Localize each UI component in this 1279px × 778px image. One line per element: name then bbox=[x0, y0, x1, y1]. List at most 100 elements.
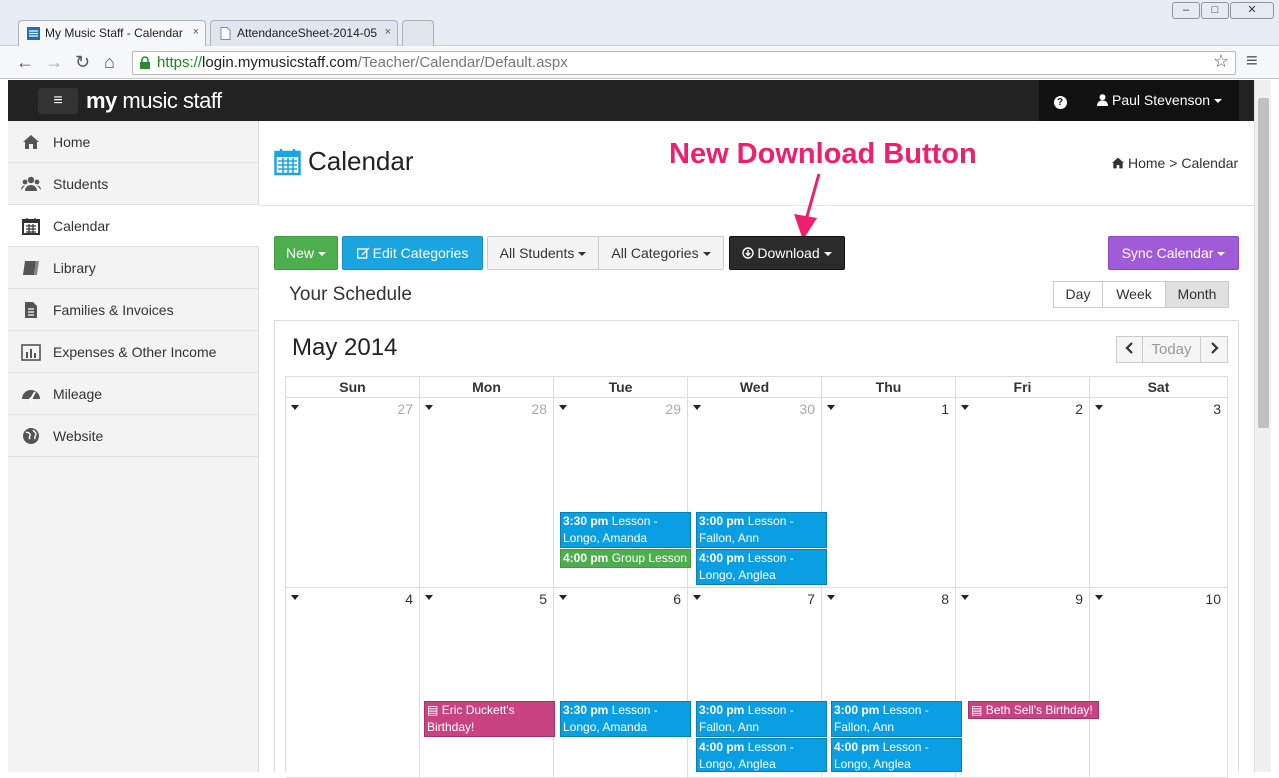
breadcrumb-home-link[interactable]: Home bbox=[1128, 155, 1165, 171]
day-menu-caret-icon[interactable] bbox=[693, 405, 701, 410]
hamburger-menu-button[interactable]: ≡ bbox=[38, 88, 78, 114]
sidebar-item-students[interactable]: Students bbox=[8, 163, 258, 205]
tab-close-icon[interactable]: × bbox=[193, 26, 199, 38]
calendar-event[interactable]: 3:00 pm Lesson - Fallon, Ann bbox=[696, 512, 827, 548]
user-name: Paul Stevenson bbox=[1112, 92, 1211, 108]
sync-calendar-button[interactable]: Sync Calendar bbox=[1108, 236, 1239, 270]
day-cell[interactable]: 9 bbox=[956, 588, 1090, 778]
day-number: 30 bbox=[799, 401, 815, 417]
tab-my-music-staff[interactable]: My Music Staff - Calendar × bbox=[18, 20, 206, 46]
scrollbar-thumb[interactable] bbox=[1258, 98, 1269, 428]
app-header: ≡ my music staff ? Paul Stevenson bbox=[8, 80, 1261, 121]
month-title: May 2014 bbox=[292, 334, 398, 361]
new-button[interactable]: New bbox=[274, 236, 338, 270]
day-menu-caret-icon[interactable] bbox=[693, 595, 701, 600]
sidebar-item-home[interactable]: Home bbox=[8, 121, 258, 163]
annotation-arrow-icon bbox=[794, 173, 821, 240]
help-button[interactable]: ? bbox=[1039, 80, 1081, 121]
day-menu-caret-icon[interactable] bbox=[961, 405, 969, 410]
day-menu-caret-icon[interactable] bbox=[827, 405, 835, 410]
sidebar-item-library[interactable]: Library bbox=[8, 247, 258, 289]
new-tab-button[interactable] bbox=[402, 20, 434, 46]
day-menu-caret-icon[interactable] bbox=[291, 595, 299, 600]
calendar-event[interactable]: ▤ Beth Sell's Birthday! bbox=[968, 701, 1099, 719]
address-bar[interactable]: https://login.mymusicstaff.com/Teacher/C… bbox=[132, 51, 1236, 75]
all-students-label: All Students bbox=[499, 245, 575, 261]
sidebar-item-website[interactable]: Website bbox=[8, 415, 258, 457]
all-students-dropdown[interactable]: All Students bbox=[487, 236, 599, 270]
close-window-button[interactable]: ✕ bbox=[1230, 2, 1274, 19]
day-menu-caret-icon[interactable] bbox=[961, 595, 969, 600]
annotation-label: New Download Button bbox=[669, 138, 977, 170]
tab-attendance-sheet[interactable]: AttendanceSheet-2014-05 × bbox=[210, 20, 398, 46]
day-number: 27 bbox=[397, 401, 413, 417]
day-cell[interactable]: 28 bbox=[420, 398, 554, 588]
weekday-header: Tue bbox=[554, 377, 688, 398]
day-cell[interactable]: 27 bbox=[286, 398, 420, 588]
minimize-button[interactable]: – bbox=[1172, 2, 1200, 19]
new-button-label: New bbox=[285, 245, 314, 261]
back-icon[interactable]: ← bbox=[16, 52, 34, 73]
dashboard-icon bbox=[22, 390, 40, 401]
maximize-button[interactable]: □ bbox=[1201, 2, 1229, 19]
day-view-button[interactable]: Day bbox=[1053, 281, 1103, 308]
schedule-title: Your Schedule bbox=[289, 284, 412, 305]
logo[interactable]: my music staff bbox=[86, 88, 222, 114]
prev-month-button[interactable] bbox=[1116, 336, 1143, 363]
day-menu-caret-icon[interactable] bbox=[827, 595, 835, 600]
calendar-event[interactable]: 3:30 pm Lesson - Longo, Amanda bbox=[560, 701, 691, 737]
gift-icon: ▤ bbox=[427, 703, 439, 717]
tab-close-icon[interactable]: × bbox=[385, 26, 391, 38]
day-number: 8 bbox=[941, 591, 949, 607]
month-view-button[interactable]: Month bbox=[1165, 281, 1229, 308]
forward-icon[interactable]: → bbox=[45, 52, 63, 73]
chevron-left-icon bbox=[1125, 342, 1133, 354]
sync-calendar-label: Sync Calendar bbox=[1121, 245, 1214, 261]
day-cell[interactable]: 1 bbox=[822, 398, 956, 588]
user-menu-button[interactable]: Paul Stevenson bbox=[1081, 80, 1239, 121]
day-menu-caret-icon[interactable] bbox=[1095, 405, 1103, 410]
next-month-button[interactable] bbox=[1200, 336, 1228, 363]
sidebar-item-families-invoices[interactable]: Families & Invoices bbox=[8, 289, 258, 331]
day-menu-caret-icon[interactable] bbox=[291, 405, 299, 410]
calendar-event[interactable]: 4:00 pm Lesson - Longo, Anglea bbox=[696, 549, 827, 585]
day-cell[interactable]: 2 bbox=[956, 398, 1090, 588]
week-view-button[interactable]: Week bbox=[1102, 281, 1166, 308]
home-icon bbox=[23, 135, 39, 149]
edit-icon bbox=[356, 247, 370, 259]
day-menu-caret-icon[interactable] bbox=[425, 595, 433, 600]
day-cell[interactable]: 4 bbox=[286, 588, 420, 778]
day-cell[interactable]: 5 bbox=[420, 588, 554, 778]
download-button[interactable]: Download bbox=[729, 236, 845, 270]
today-button[interactable]: Today bbox=[1142, 336, 1201, 363]
edit-categories-button[interactable]: Edit Categories bbox=[342, 236, 483, 270]
calendar-event[interactable]: 3:30 pm Lesson - Longo, Amanda bbox=[560, 512, 691, 548]
sidebar-item-expenses[interactable]: Expenses & Other Income bbox=[8, 331, 258, 373]
sidebar-item-mileage[interactable]: Mileage bbox=[8, 373, 258, 415]
bookmark-star-icon[interactable]: ☆ bbox=[1213, 51, 1229, 72]
chevron-down-icon bbox=[702, 252, 711, 257]
day-cell[interactable]: 10 bbox=[1090, 588, 1228, 778]
all-categories-dropdown[interactable]: All Categories bbox=[598, 236, 724, 270]
day-menu-caret-icon[interactable] bbox=[425, 405, 433, 410]
sidebar-item-calendar[interactable]: Calendar bbox=[8, 205, 259, 247]
day-menu-caret-icon[interactable] bbox=[559, 405, 567, 410]
calendar-event[interactable]: 3:00 pm Lesson - Fallon, Ann bbox=[696, 701, 827, 737]
tab-label: My Music Staff - Calendar bbox=[45, 26, 183, 40]
day-menu-caret-icon[interactable] bbox=[1095, 595, 1103, 600]
calendar-event[interactable]: 3:00 pm Lesson - Fallon, Ann bbox=[831, 701, 962, 737]
page-scrollbar[interactable] bbox=[1254, 80, 1271, 772]
home-icon[interactable]: ⌂ bbox=[104, 52, 115, 73]
day-menu-caret-icon[interactable] bbox=[559, 595, 567, 600]
divider bbox=[259, 205, 1254, 206]
calendar-event[interactable]: 4:00 pm Lesson - Longo, Anglea bbox=[696, 738, 827, 772]
calendar-event[interactable]: 4:00 pm Lesson - Longo, Anglea bbox=[831, 738, 962, 772]
breadcrumb: Home > Calendar bbox=[1111, 155, 1238, 171]
reload-icon[interactable]: ↻ bbox=[75, 52, 90, 73]
day-cell[interactable]: 6 bbox=[554, 588, 688, 778]
calendar-event[interactable]: ▤ Eric Duckett's Birthday! bbox=[424, 701, 555, 737]
sidebar-item-label: Calendar bbox=[53, 218, 110, 234]
calendar-event[interactable]: 4:00 pm Group Lesson bbox=[560, 549, 691, 568]
browser-menu-icon[interactable]: ≡ bbox=[1246, 50, 1258, 73]
day-cell[interactable]: 3 bbox=[1090, 398, 1228, 588]
